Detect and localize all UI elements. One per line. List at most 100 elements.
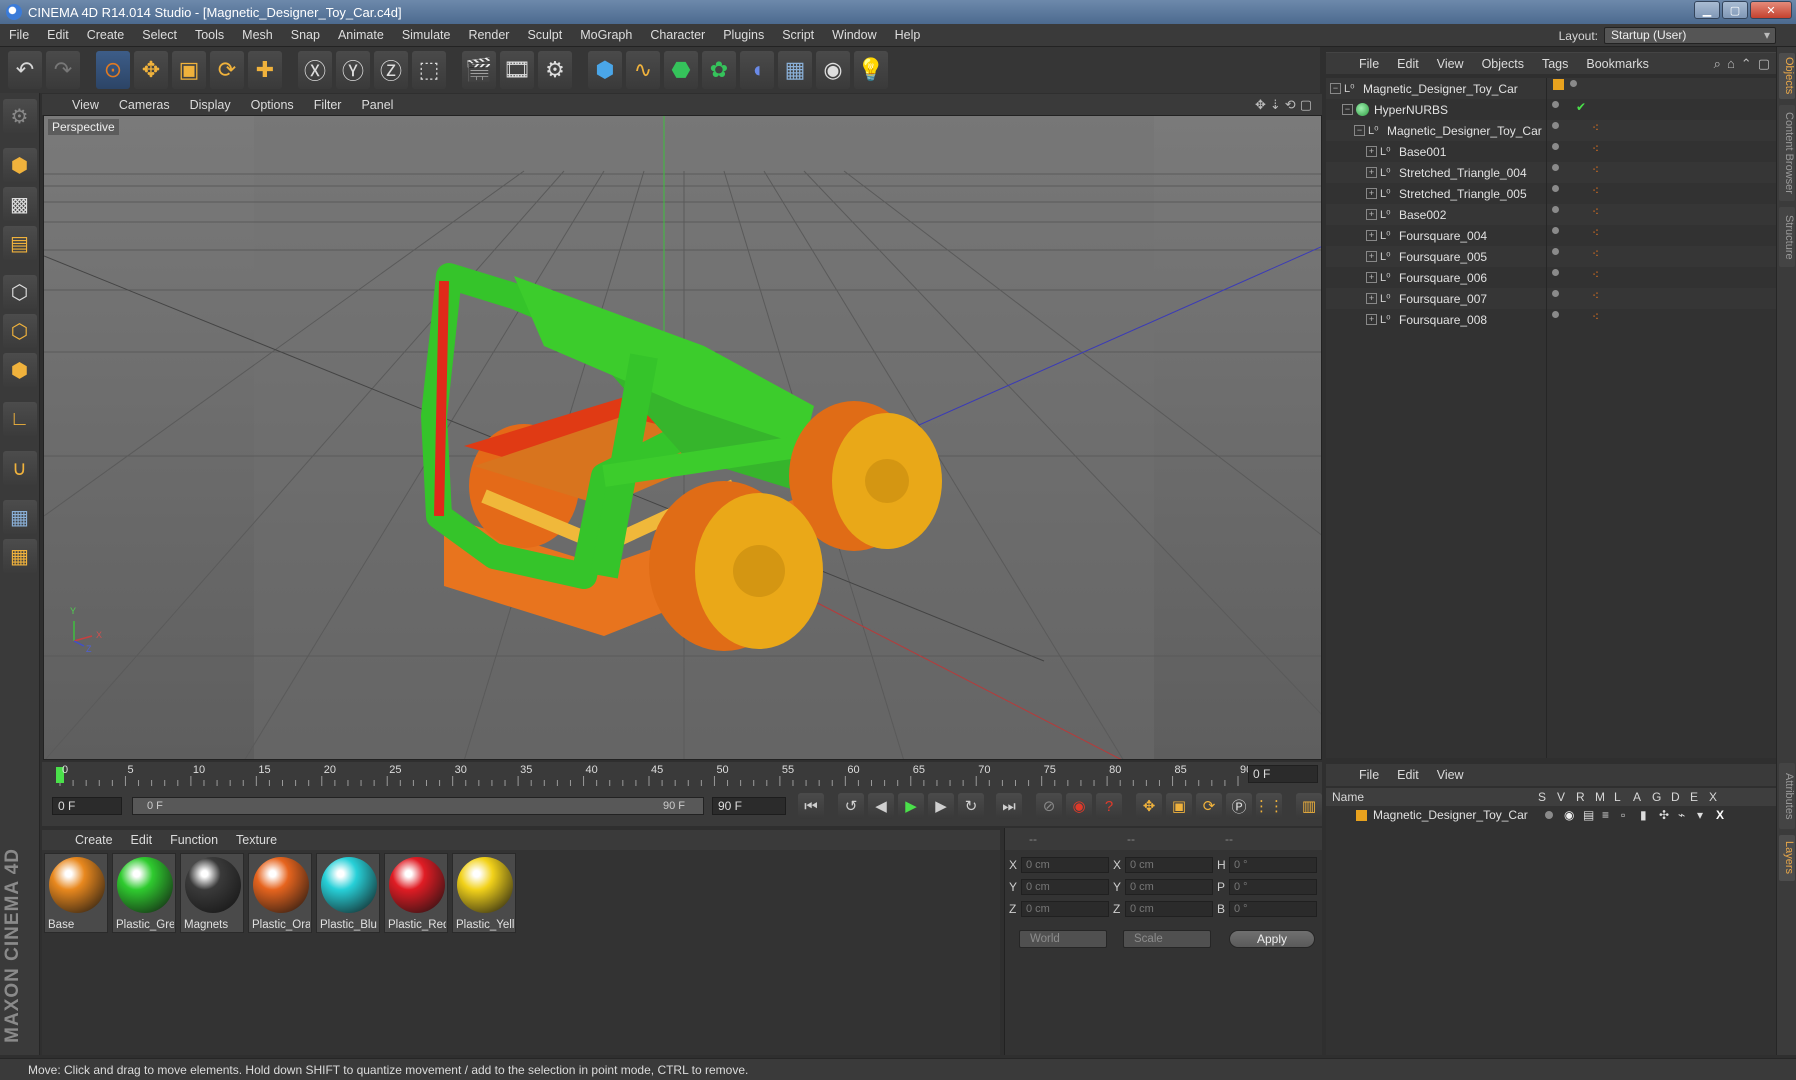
collapse-toggle-icon[interactable]: − <box>1330 83 1341 94</box>
menu-script[interactable]: Script <box>773 28 823 42</box>
material-tag-icon[interactable]: ⁖ <box>1592 247 1599 261</box>
material-tag-icon[interactable]: ⁖ <box>1592 142 1599 156</box>
menu-sculpt[interactable]: Sculpt <box>518 28 571 42</box>
key-pla-icon[interactable]: ⋮⋮ <box>1254 793 1284 819</box>
undo-icon[interactable]: ↶ <box>8 51 42 89</box>
key-rotation-icon[interactable]: ⟳ <box>1196 793 1222 819</box>
floor-icon[interactable]: ▦ <box>778 51 812 89</box>
go-to-start-icon[interactable]: ⏮ <box>798 793 824 819</box>
object-row[interactable]: + L⁰ Foursquare_005 <box>1326 246 1776 267</box>
previous-frame-icon[interactable]: ◀ <box>868 793 894 819</box>
visibility-dots[interactable] <box>1552 290 1559 297</box>
layer-expressions-icon[interactable]: ▾ <box>1697 808 1716 822</box>
viewport-menu-filter[interactable]: Filter <box>304 98 352 112</box>
redo-icon[interactable]: ↷ <box>46 51 80 89</box>
apply-button[interactable]: Apply <box>1229 930 1315 948</box>
deformer-icon[interactable]: ◖ <box>740 51 774 89</box>
object-row[interactable]: + L⁰ Stretched_Triangle_004 <box>1326 162 1776 183</box>
size-y-field[interactable]: 0 cm <box>1125 879 1213 895</box>
tab-objects[interactable]: Objects <box>1779 53 1795 99</box>
layer-generators-icon[interactable]: ✣ <box>1659 808 1678 822</box>
layer-color-swatch[interactable] <box>1356 809 1367 821</box>
next-key-icon[interactable]: ↻ <box>958 793 984 819</box>
menu-plugins[interactable]: Plugins <box>714 28 773 42</box>
edges-mode-icon[interactable]: ⬡ <box>2 314 37 348</box>
viewport-menu-options[interactable]: Options <box>241 98 304 112</box>
visibility-dots[interactable] <box>1552 227 1559 234</box>
key-position-icon[interactable]: ✥ <box>1136 793 1162 819</box>
object-row[interactable]: + L⁰ Stretched_Triangle_005 <box>1326 183 1776 204</box>
visibility-dots[interactable] <box>1552 185 1559 192</box>
material-tag-icon[interactable]: ⁖ <box>1592 268 1599 282</box>
new-window-icon[interactable]: ▢ <box>1758 56 1770 72</box>
layer-animation-icon[interactable]: ▮ <box>1640 808 1659 822</box>
object-row[interactable]: + L⁰ Base002 <box>1326 204 1776 225</box>
lm-menu-view[interactable]: View <box>1428 768 1473 782</box>
expand-toggle-icon[interactable]: + <box>1366 272 1377 283</box>
tab-layers[interactable]: Layers <box>1779 835 1795 881</box>
viewport-pan-icon[interactable]: ✥ <box>1255 97 1266 113</box>
render-picture-viewer-icon[interactable]: 🎞 <box>500 51 534 89</box>
viewport-camera-label[interactable]: Perspective <box>48 119 119 135</box>
expand-toggle-icon[interactable]: + <box>1366 167 1377 178</box>
coordinate-system-icon[interactable]: ⬚ <box>412 51 446 89</box>
visibility-dots[interactable] <box>1552 206 1559 213</box>
scale-mode-dropdown[interactable]: Scale <box>1123 930 1211 948</box>
layer-manager-icon[interactable]: ≡ <box>1602 808 1621 822</box>
menu-snap[interactable]: Snap <box>282 28 329 42</box>
object-row[interactable]: − L⁰ Magnetic_Designer_Toy_Car <box>1326 78 1776 99</box>
position-x-field[interactable]: 0 cm <box>1021 857 1109 873</box>
points-mode-icon[interactable]: ⬡ <box>2 275 37 309</box>
expand-toggle-icon[interactable]: + <box>1366 209 1377 220</box>
material-tag-icon[interactable]: ⁖ <box>1592 205 1599 219</box>
material-tag-icon[interactable]: ⁖ <box>1592 184 1599 198</box>
material-tag-icon[interactable]: ⁖ <box>1592 226 1599 240</box>
rotation-b-field[interactable]: 0 ° <box>1229 901 1317 917</box>
layer-xref-icon[interactable]: X <box>1716 808 1735 822</box>
coordinate-mode-dropdown[interactable]: World <box>1019 930 1107 948</box>
visibility-dots[interactable] <box>1570 80 1577 87</box>
texture-mode-icon[interactable]: ▩ <box>2 187 37 221</box>
material-tag-icon[interactable]: ⁖ <box>1592 310 1599 324</box>
tab-content-browser[interactable]: Content Browser <box>1779 105 1795 201</box>
object-row[interactable]: − L⁰ Magnetic_Designer_Toy_Car <box>1326 120 1776 141</box>
rotate-icon[interactable]: ⟳ <box>210 51 244 89</box>
close-button[interactable]: ✕ <box>1750 1 1792 19</box>
size-x-field[interactable]: 0 cm <box>1125 857 1213 873</box>
y-axis-lock-icon[interactable]: Ⓨ <box>336 51 370 89</box>
material-tag-icon[interactable]: ⁖ <box>1592 163 1599 177</box>
material-menu-function[interactable]: Function <box>161 833 227 847</box>
workplane-lock-icon[interactable]: ▦ <box>2 500 37 534</box>
workplane-rotate-icon[interactable]: ▦ <box>2 539 37 573</box>
menu-file[interactable]: File <box>0 28 38 42</box>
menu-simulate[interactable]: Simulate <box>393 28 460 42</box>
camera-icon[interactable]: ◉ <box>816 51 850 89</box>
collapse-toggle-icon[interactable]: − <box>1354 125 1365 136</box>
expand-toggle-icon[interactable]: + <box>1366 314 1377 325</box>
move-icon[interactable]: ✥ <box>134 51 168 89</box>
key-scale-icon[interactable]: ▣ <box>1166 793 1192 819</box>
polygons-mode-icon[interactable]: ⬢ <box>2 353 37 387</box>
up-arrow-icon[interactable]: ⌃ <box>1741 56 1752 72</box>
om-menu-edit[interactable]: Edit <box>1388 57 1428 71</box>
menu-window[interactable]: Window <box>823 28 885 42</box>
viewport-menu-view[interactable]: View <box>62 98 109 112</box>
layer-row[interactable]: Magnetic_Designer_Toy_Car ◉ ▤ ≡ ▫ ▮ ✣ ⌁ … <box>1326 806 1776 824</box>
collapse-toggle-icon[interactable]: − <box>1342 104 1353 115</box>
search-icon[interactable]: ⌕ <box>1714 56 1721 72</box>
tab-attributes[interactable]: Attributes <box>1779 763 1795 829</box>
layout-dropdown[interactable]: Startup (User) <box>1604 27 1776 44</box>
start-frame-field[interactable]: 0 F <box>52 797 122 815</box>
menu-animate[interactable]: Animate <box>329 28 393 42</box>
viewport-menu-cameras[interactable]: Cameras <box>109 98 180 112</box>
om-menu-objects[interactable]: Objects <box>1473 57 1533 71</box>
size-z-field[interactable]: 0 cm <box>1125 901 1213 917</box>
om-menu-view[interactable]: View <box>1428 57 1473 71</box>
viewport-maximize-icon[interactable]: ▢ <box>1300 97 1312 113</box>
model-mode-icon[interactable]: ⬢ <box>2 148 37 182</box>
recent-tool-icon[interactable]: ✚ <box>248 51 282 89</box>
record-keys-icon[interactable]: ⊘ <box>1036 793 1062 819</box>
object-row[interactable]: + L⁰ Base001 <box>1326 141 1776 162</box>
snap-magnet-icon[interactable]: ∪ <box>2 451 37 485</box>
visibility-dots[interactable] <box>1552 143 1559 150</box>
